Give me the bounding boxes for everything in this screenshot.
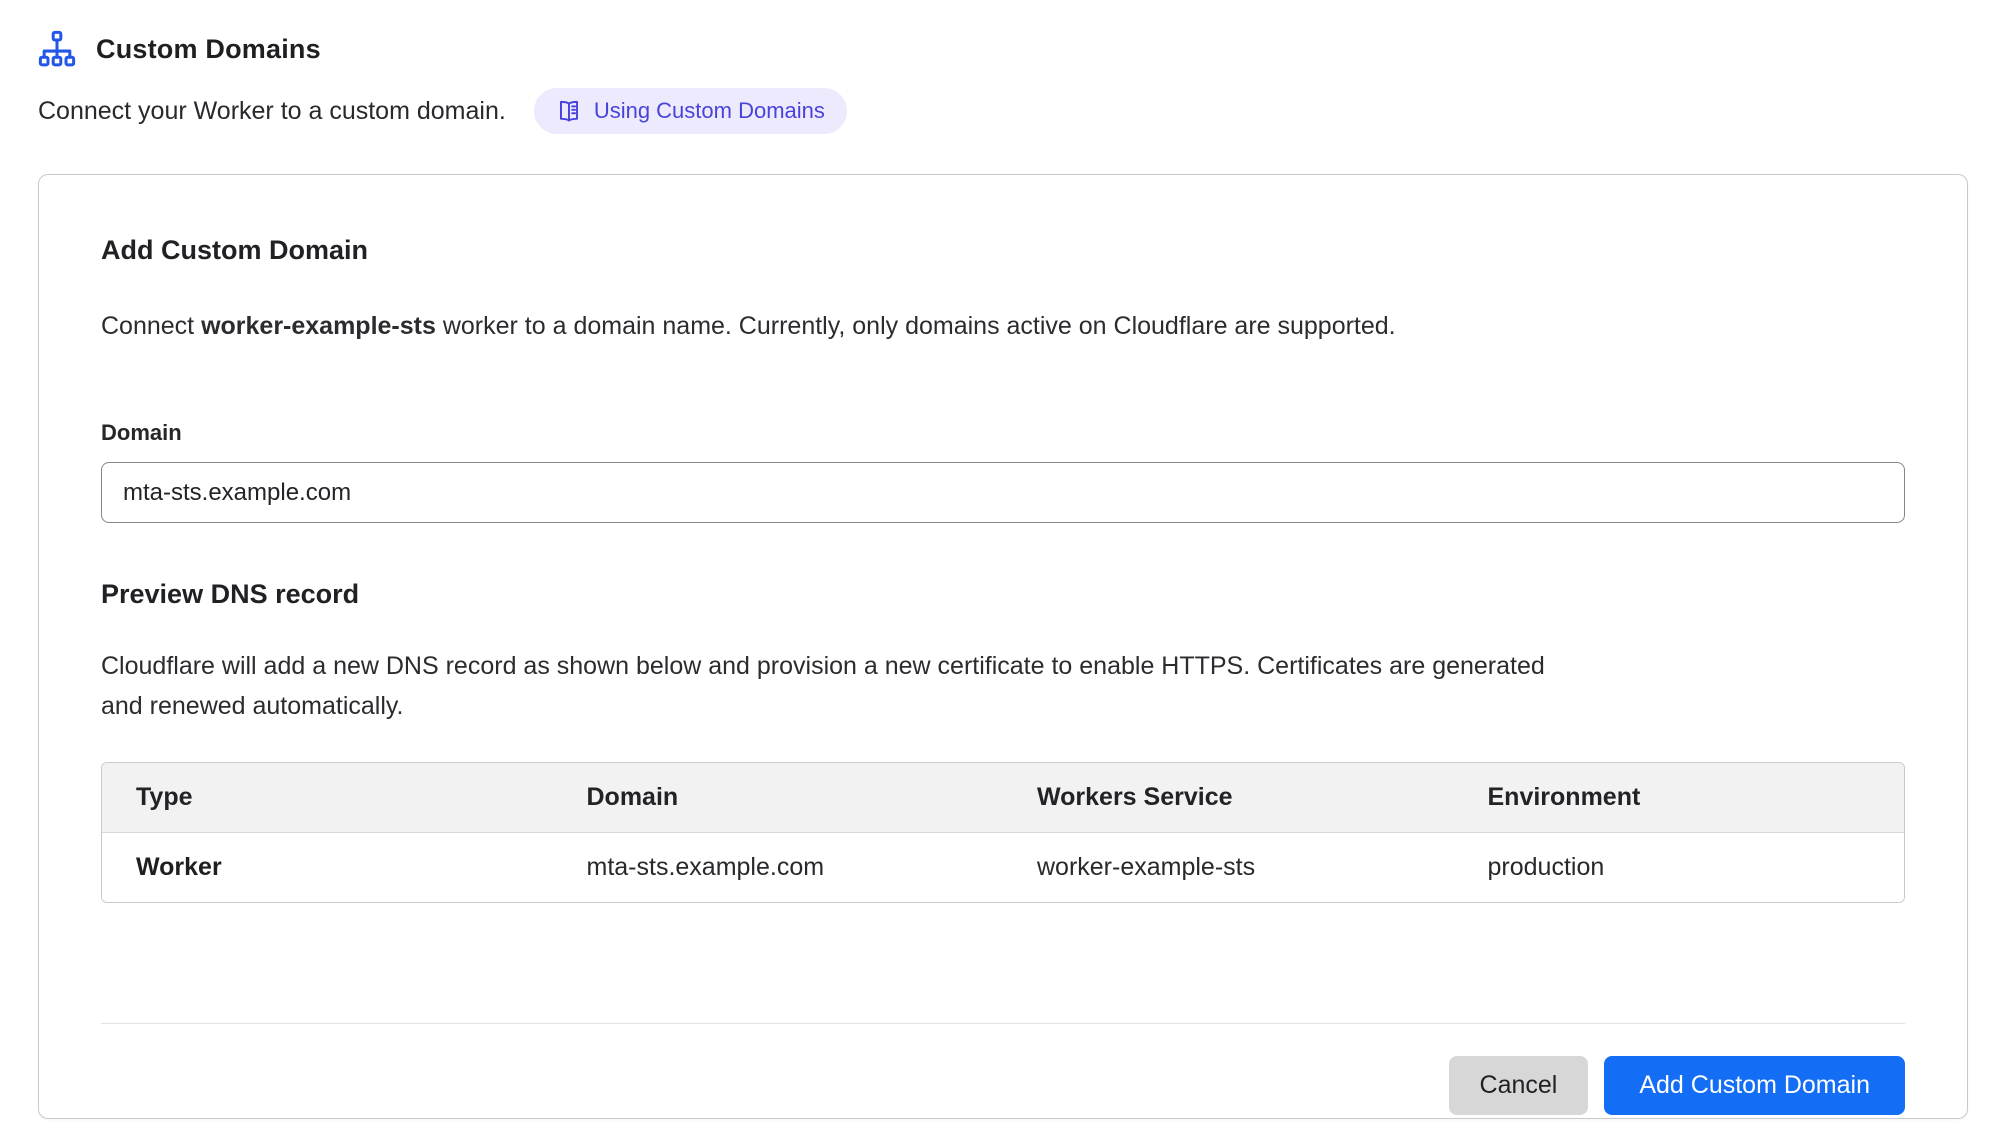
dns-preview-table: Type Domain Workers Service Environment … bbox=[101, 762, 1905, 903]
card-description: Connect worker-example-sts worker to a d… bbox=[101, 306, 1905, 346]
page-title: Custom Domains bbox=[96, 34, 321, 65]
docs-link-label: Using Custom Domains bbox=[594, 98, 825, 124]
worker-name: worker-example-sts bbox=[201, 312, 436, 340]
sitemap-icon bbox=[38, 30, 76, 68]
preview-dns-description: Cloudflare will add a new DNS record as … bbox=[101, 646, 1571, 726]
footer-divider bbox=[101, 1023, 1905, 1024]
page-subheader: Connect your Worker to a custom domain. … bbox=[38, 88, 1968, 134]
cell-environment: production bbox=[1454, 832, 1905, 902]
description-suffix: worker to a domain name. Currently, only… bbox=[436, 312, 1396, 340]
domain-field-label: Domain bbox=[101, 420, 1905, 446]
custom-domains-page: Custom Domains Connect your Worker to a … bbox=[0, 0, 1999, 1119]
table-row: Worker mta-sts.example.com worker-exampl… bbox=[102, 832, 1904, 902]
cell-type: Worker bbox=[102, 832, 553, 902]
page-header: Custom Domains bbox=[38, 30, 1968, 68]
add-custom-domain-card: Add Custom Domain Connect worker-example… bbox=[38, 174, 1968, 1119]
page-subtitle: Connect your Worker to a custom domain. bbox=[38, 97, 506, 126]
description-prefix: Connect bbox=[101, 312, 201, 340]
preview-dns-heading: Preview DNS record bbox=[101, 579, 1905, 610]
column-header-domain: Domain bbox=[553, 763, 1004, 832]
footer-actions: Cancel Add Custom Domain bbox=[101, 1056, 1905, 1115]
docs-link-badge[interactable]: Using Custom Domains bbox=[534, 88, 847, 134]
domain-input[interactable] bbox=[101, 462, 1905, 523]
cancel-button[interactable]: Cancel bbox=[1449, 1056, 1589, 1115]
cell-domain: mta-sts.example.com bbox=[553, 832, 1004, 902]
column-header-workers-service: Workers Service bbox=[1003, 763, 1454, 832]
open-book-icon bbox=[556, 98, 582, 124]
add-custom-domain-button[interactable]: Add Custom Domain bbox=[1604, 1056, 1905, 1115]
column-header-environment: Environment bbox=[1454, 763, 1905, 832]
cell-workers-service: worker-example-sts bbox=[1003, 832, 1454, 902]
card-heading: Add Custom Domain bbox=[101, 235, 1905, 266]
table-header-row: Type Domain Workers Service Environment bbox=[102, 763, 1904, 832]
column-header-type: Type bbox=[102, 763, 553, 832]
